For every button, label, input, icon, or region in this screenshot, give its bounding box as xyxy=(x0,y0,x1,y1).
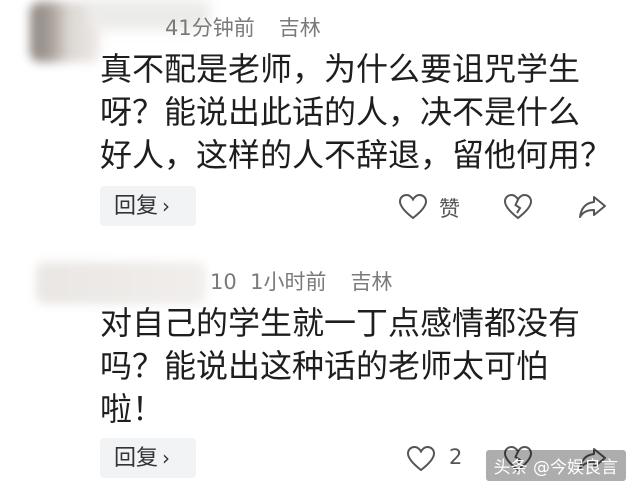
comment-meta: 10 1小时前 吉林 xyxy=(210,266,392,296)
heart-outline-icon[interactable] xyxy=(398,192,428,222)
watermark: 头条 @今娱良言 xyxy=(485,450,626,481)
chevron-right-icon: › xyxy=(162,194,171,218)
comment-text: 真不配是老师，为什么要诅咒学生 呀？能说出此话的人，决不是什么 好人，这样的人不… xyxy=(100,50,613,174)
comment-text: 对自己的学生就一丁点感情都没有 吗？能说出这种话的老师太可怕 啦！ xyxy=(100,304,581,428)
reply-button[interactable]: 回复 › xyxy=(100,186,196,226)
like-label[interactable]: 赞 xyxy=(439,193,460,223)
broken-heart-icon[interactable] xyxy=(503,192,533,222)
comment-item: 41分钟前 吉林 真不配是老师，为什么要诅咒学生 呀？能说出此话的人，决不是什么 … xyxy=(0,0,640,248)
comment-location: 吉林 xyxy=(350,270,393,294)
reply-label: 回复 xyxy=(114,446,159,471)
chevron-right-icon: › xyxy=(162,446,171,470)
comment-location: 吉林 xyxy=(278,16,321,40)
comment-time: 41分钟前 xyxy=(165,16,255,40)
reply-button[interactable]: 回复 › xyxy=(100,438,196,478)
avatar[interactable] xyxy=(36,262,206,304)
share-arrow-icon[interactable] xyxy=(577,192,607,222)
comment-meta: 41分钟前 吉林 xyxy=(165,12,321,42)
comment-time-prefix: 10 xyxy=(210,270,237,294)
reply-label: 回复 xyxy=(114,194,159,219)
comment-time: 1小时前 xyxy=(250,270,327,294)
heart-outline-icon[interactable] xyxy=(406,444,436,474)
like-count[interactable]: 2 xyxy=(449,445,462,469)
